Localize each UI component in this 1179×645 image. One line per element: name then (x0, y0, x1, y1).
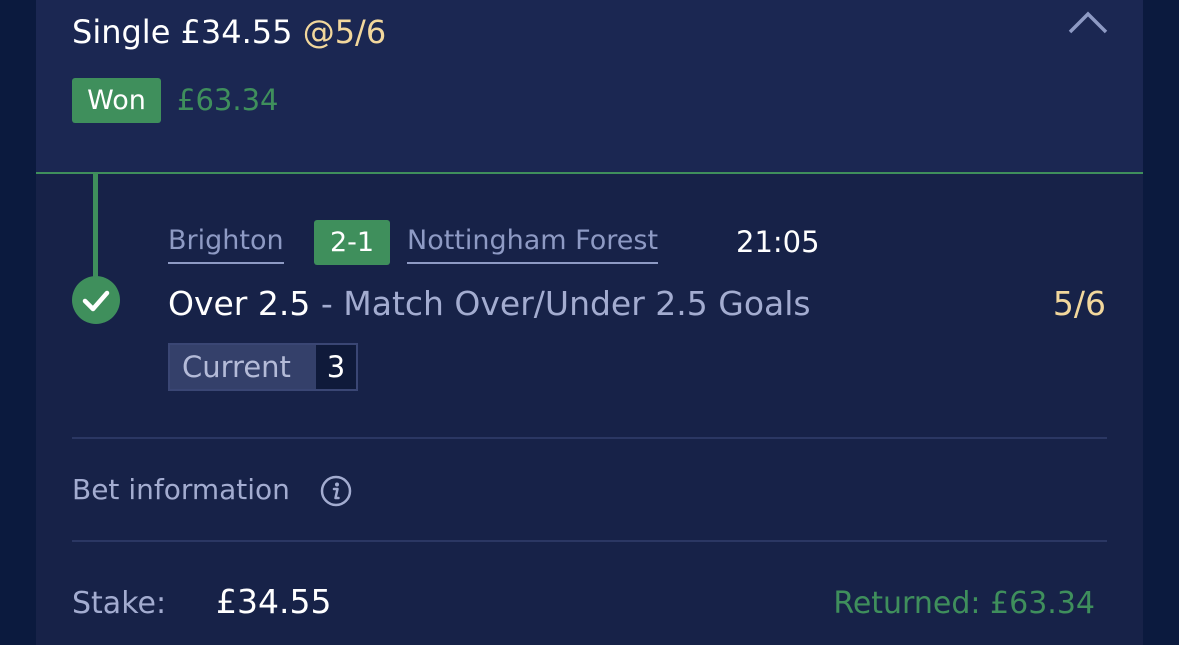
check-circle-icon (72, 276, 120, 324)
header-divider (36, 172, 1143, 174)
current-score-box: Current 3 (168, 343, 358, 391)
selection-line: Over 2.5 - Match Over/Under 2.5 Goals (168, 282, 811, 326)
chevron-up-icon (1068, 11, 1108, 34)
selection-odds: 5/6 (1052, 284, 1106, 323)
divider (72, 437, 1107, 439)
stake-label: Stake: (72, 586, 167, 621)
info-icon[interactable] (320, 475, 352, 507)
bet-card: Single £34.55 @5/6 Won £63.34 Brighton 2… (36, 0, 1143, 645)
returned-amount: Returned: £63.34 (833, 586, 1095, 621)
stake-value: £34.55 (216, 582, 332, 621)
bet-type-stake: Single £34.55 (72, 13, 293, 51)
current-value: 3 (316, 345, 356, 389)
collapse-button[interactable] (1066, 8, 1110, 38)
bet-information-link[interactable]: Bet information (72, 470, 290, 510)
score-badge: 2-1 (314, 220, 390, 265)
home-team-link[interactable]: Brighton (168, 222, 284, 264)
current-label: Current (182, 350, 291, 384)
selection-name: Over 2.5 (168, 284, 311, 323)
bet-odds: @5/6 (302, 13, 387, 51)
divider (72, 540, 1107, 542)
selection-market: - Match Over/Under 2.5 Goals (310, 284, 811, 323)
bet-title: Single £34.55 @5/6 (72, 8, 386, 56)
status-badge: Won (72, 78, 161, 123)
won-amount: £63.34 (177, 83, 279, 117)
away-team-link[interactable]: Nottingham Forest (407, 222, 659, 264)
bet-card-header[interactable]: Single £34.55 @5/6 Won £63.34 (36, 0, 1143, 172)
timeline-line (93, 174, 98, 278)
match-time: 21:05 (736, 225, 820, 259)
